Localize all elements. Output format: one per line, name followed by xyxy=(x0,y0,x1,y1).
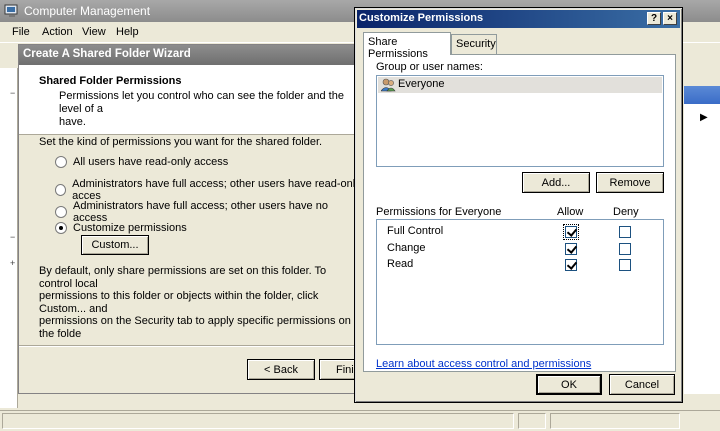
permission-row-read: Read xyxy=(377,257,663,273)
radio-read-only[interactable]: All users have read-only access xyxy=(55,156,228,168)
wizard-step-title: Shared Folder Permissions xyxy=(39,75,182,87)
status-segment xyxy=(550,413,680,429)
deny-column-header: Deny xyxy=(613,206,639,218)
tree-collapse-icon[interactable]: − xyxy=(10,232,15,242)
permission-prompt: Set the kind of permissions you want for… xyxy=(39,136,323,148)
wizard-step-description: Permissions let you control who can see … xyxy=(59,90,344,128)
permissions-list: Full Control Change Read xyxy=(376,219,664,345)
menu-view[interactable]: View xyxy=(82,26,106,38)
chevron-right-icon[interactable]: ▶ xyxy=(700,112,708,123)
status-segment xyxy=(2,413,514,429)
radio-button-selected[interactable] xyxy=(55,222,67,234)
shared-folder-wizard: Create A Shared Folder Wizard Shared Fol… xyxy=(18,44,366,394)
permission-name: Read xyxy=(387,258,414,270)
radio-button[interactable] xyxy=(55,206,67,218)
group-name: Everyone xyxy=(398,78,445,90)
group-names-list[interactable]: Everyone xyxy=(376,75,664,167)
allow-checkbox-full-control[interactable] xyxy=(563,224,579,240)
wizard-header: Shared Folder Permissions Permissions le… xyxy=(19,65,365,135)
allow-column-header: Allow xyxy=(557,206,584,218)
learn-more-link[interactable]: Learn about access control and permissio… xyxy=(376,358,591,370)
allow-checkbox-read[interactable] xyxy=(565,259,577,271)
permission-name: Full Control xyxy=(387,225,444,237)
menu-action[interactable]: Action xyxy=(42,26,73,38)
details-header xyxy=(684,86,720,104)
status-segment xyxy=(518,413,546,429)
console-tree-pane[interactable]: − − + xyxy=(0,68,18,408)
radio-customize-permissions[interactable]: Customize permissions xyxy=(55,222,187,234)
radio-button[interactable] xyxy=(55,156,67,168)
remove-button[interactable]: Remove xyxy=(596,172,664,193)
details-pane[interactable] xyxy=(684,104,720,394)
list-item-everyone[interactable]: Everyone xyxy=(378,77,662,93)
menu-file[interactable]: File xyxy=(12,26,30,38)
deny-checkbox-read[interactable] xyxy=(619,259,631,271)
customize-permissions-dialog: Customize Permissions ? × Share Permissi… xyxy=(354,7,683,403)
menu-help[interactable]: Help xyxy=(116,26,139,38)
tree-collapse-icon[interactable]: − xyxy=(10,88,15,98)
computer-management-icon xyxy=(4,4,18,17)
permission-row-full-control: Full Control xyxy=(377,224,663,240)
close-icon[interactable]: × xyxy=(663,12,677,25)
add-button[interactable]: Add... xyxy=(522,172,590,193)
back-button[interactable]: < Back xyxy=(247,359,315,380)
ok-button[interactable]: OK xyxy=(536,374,602,395)
permission-row-change: Change xyxy=(377,241,663,257)
custom-button[interactable]: Custom... xyxy=(81,235,149,255)
radio-admin-full-others-read[interactable]: Administrators have full access; other u… xyxy=(55,178,365,202)
tab-security[interactable]: Security xyxy=(451,34,497,54)
wizard-separator xyxy=(19,345,365,347)
permissions-label: Permissions for Everyone xyxy=(376,206,502,218)
allow-checkbox-change[interactable] xyxy=(565,243,577,255)
radio-admin-full-others-none[interactable]: Administrators have full access; other u… xyxy=(55,200,365,224)
tree-expand-icon[interactable]: + xyxy=(10,258,15,268)
tab-share-permissions[interactable]: Share Permissions xyxy=(363,32,451,60)
users-icon xyxy=(381,78,396,92)
share-permissions-panel: Group or user names: Everyone Add... Rem… xyxy=(363,54,676,372)
default-permissions-note: By default, only share permissions are s… xyxy=(39,265,351,340)
group-names-label: Group or user names: xyxy=(376,61,483,73)
wizard-titlebar[interactable]: Create A Shared Folder Wizard xyxy=(19,45,365,65)
help-icon[interactable]: ? xyxy=(647,12,661,25)
deny-checkbox-full-control[interactable] xyxy=(619,226,631,238)
radio-button[interactable] xyxy=(55,184,67,196)
dialog-title: Customize Permissions xyxy=(359,12,484,24)
status-bar xyxy=(0,410,720,431)
deny-checkbox-change[interactable] xyxy=(619,243,631,255)
window-title: Computer Management xyxy=(24,4,151,18)
cancel-button[interactable]: Cancel xyxy=(609,374,675,395)
dialog-titlebar[interactable]: Customize Permissions ? × xyxy=(357,10,680,28)
permission-name: Change xyxy=(387,242,426,254)
